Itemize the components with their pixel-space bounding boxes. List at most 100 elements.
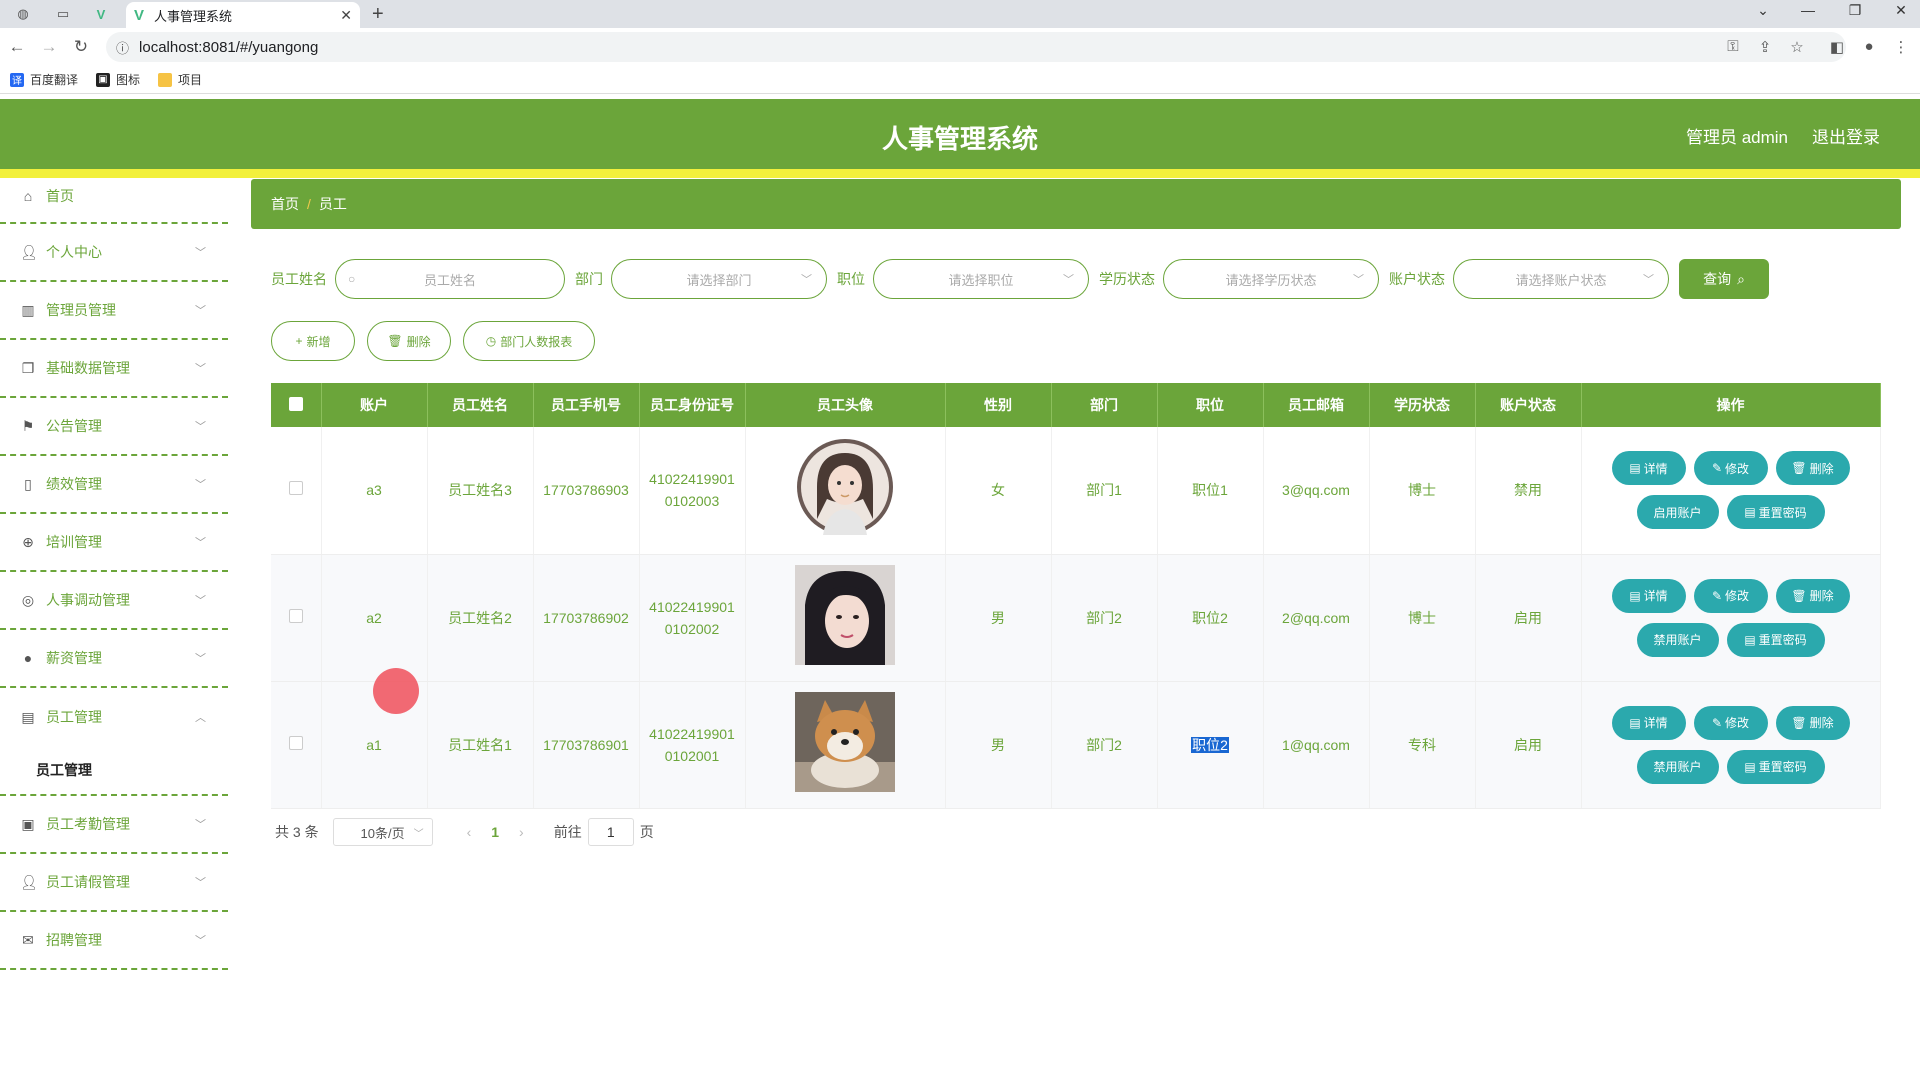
dept-select[interactable]: 请选择部门 ﹀ <box>611 259 827 299</box>
detail-button[interactable]: ▤ 详情 <box>1611 705 1686 740</box>
sidebar-subitem-employee-management[interactable]: 员工管理 <box>0 746 228 796</box>
row-checkbox[interactable] <box>288 481 303 496</box>
detail-button[interactable]: ▤ 详情 <box>1611 578 1686 613</box>
bookmark-icons[interactable]: ▣ 图标 <box>96 71 140 88</box>
sidebar-item-leave[interactable]: 👤︎ 员工请假管理 ﹀ <box>0 854 228 912</box>
back-icon[interactable]: ← <box>6 37 28 57</box>
window-close-icon[interactable]: ✕ <box>1886 2 1916 19</box>
active-tab[interactable]: V 人事管理系统 ✕ <box>126 2 360 28</box>
edit-button[interactable]: ✎ 修改 <box>1693 705 1768 740</box>
breadcrumb-home[interactable]: 首页 <box>271 194 299 214</box>
forward-icon[interactable]: → <box>38 37 60 57</box>
edu-placeholder: 请选择学历状态 <box>1225 272 1317 288</box>
toggle-account-button[interactable]: 禁用账户 <box>1636 622 1719 657</box>
sidebar-item-personal[interactable]: 👤︎ 个人中心 ﹀ <box>0 224 228 282</box>
sidebar-item-performance[interactable]: ▯ 绩效管理 ﹀ <box>0 456 228 514</box>
sidebar-item-transfer[interactable]: ◎ 人事调动管理 ﹀ <box>0 572 228 630</box>
browser-tabstrip: ◍ ▭ V V 人事管理系统 ✕ + ⌄ — ❐ ✕ <box>0 0 1920 28</box>
sidebar-item-label: 个人中心 <box>46 244 102 260</box>
row-delete-button[interactable]: 🗑︎ 删除 <box>1775 705 1850 740</box>
new-tab-icon[interactable]: + <box>372 3 384 26</box>
prev-page-icon[interactable]: ‹ <box>467 824 472 840</box>
profile-icon[interactable]: ● <box>1858 38 1880 55</box>
close-tab-icon[interactable]: ✕ <box>340 7 352 24</box>
col-id-card[interactable]: 员工身份证号 <box>639 383 746 427</box>
sidebar: ⌂ 首页 👤︎ 个人中心 ﹀ ▥ 管理员管理 ﹀ ❐ 基础数据管理 ﹀ ⚑ 公告… <box>0 178 228 1072</box>
col-email[interactable]: 员工邮箱 <box>1263 383 1370 427</box>
detail-button[interactable]: ▤ 详情 <box>1611 451 1686 486</box>
reload-icon[interactable]: ↻ <box>70 37 92 57</box>
col-edu[interactable]: 学历状态 <box>1369 383 1476 427</box>
delete-button[interactable]: 🗑︎ 删除 <box>367 321 451 361</box>
select-all-checkbox[interactable] <box>288 396 303 411</box>
col-name[interactable]: 员工姓名 <box>427 383 534 427</box>
bookmark-projects[interactable]: 项目 <box>158 71 202 88</box>
share-icon[interactable]: ⇪ <box>1754 38 1776 56</box>
sidebar-item-basic-data[interactable]: ❐ 基础数据管理 ﹀ <box>0 340 228 398</box>
row-delete-button[interactable]: 🗑︎ 删除 <box>1775 451 1850 486</box>
minimize-icon[interactable]: — <box>1793 2 1823 18</box>
info-icon[interactable]: ⓘ <box>116 38 129 57</box>
bookmark-baidu-translate[interactable]: 译 百度翻译 <box>10 71 78 88</box>
edit-button[interactable]: ✎ 修改 <box>1693 578 1768 613</box>
menu-dots-icon[interactable]: ⋮ <box>1890 38 1912 56</box>
col-status[interactable]: 账户状态 <box>1475 383 1582 427</box>
col-phone[interactable]: 员工手机号 <box>533 383 640 427</box>
table-row[interactable]: a3 员工姓名3 17703786903 410224199010102003 … <box>271 427 1881 555</box>
pencil-icon: ✎ <box>1711 715 1723 730</box>
col-position[interactable]: 职位 <box>1157 383 1264 427</box>
page-size-select[interactable]: 10条/页 ﹀ <box>332 818 433 846</box>
col-dept[interactable]: 部门 <box>1051 383 1158 427</box>
next-page-icon[interactable]: › <box>519 824 524 840</box>
add-button[interactable]: + 新增 <box>271 321 355 361</box>
reset-label: 重置密码 <box>1758 505 1807 520</box>
name-search-input[interactable]: ○ 员工姓名 <box>335 259 565 299</box>
reset-label: 重置密码 <box>1758 633 1807 647</box>
sidebar-item-home[interactable]: ⌂ 首页 <box>0 178 228 224</box>
col-gender[interactable]: 性别 <box>945 383 1052 427</box>
avatar-image-dog-photo[interactable] <box>795 691 895 792</box>
blank-tab-icon[interactable]: ▭ <box>50 4 76 24</box>
toggle-account-button[interactable]: 禁用账户 <box>1636 749 1719 784</box>
key-icon[interactable]: ⚿ <box>1722 38 1744 55</box>
toggle-account-button[interactable]: 启用账户 <box>1636 495 1719 530</box>
edit-button[interactable]: ✎ 修改 <box>1693 451 1768 486</box>
sidepanel-icon[interactable]: ◧ <box>1826 38 1848 56</box>
row-checkbox[interactable] <box>288 608 303 623</box>
sidebar-item-recruitment[interactable]: ✉ 招聘管理 ﹀ <box>0 912 228 970</box>
dept-report-button[interactable]: ◷ 部门人数报表 <box>463 321 595 361</box>
edu-select[interactable]: 请选择学历状态 ﹀ <box>1163 259 1379 299</box>
query-button[interactable]: 查询 ⌕ <box>1679 259 1769 299</box>
chevron-down-icon: ﹀ <box>1643 274 1654 286</box>
col-account[interactable]: 账户 <box>321 383 428 427</box>
reset-password-button[interactable]: ▤ 重置密码 <box>1726 495 1825 530</box>
sidebar-item-notices[interactable]: ⚑ 公告管理 ﹀ <box>0 398 228 456</box>
cell-id-card: 410224199010102001 <box>649 725 735 764</box>
account-status-select[interactable]: 请选择账户状态 ﹀ <box>1453 259 1669 299</box>
tab-search-icon[interactable]: ⌄ <box>1748 2 1778 19</box>
avatar-image-girl-photo[interactable] <box>795 564 895 665</box>
star-icon[interactable]: ☆ <box>1786 38 1808 56</box>
sidebar-item-employees[interactable]: ▤ 员工管理 ︿ <box>0 688 228 746</box>
row-checkbox[interactable] <box>288 735 303 750</box>
url-field[interactable]: ⓘ localhost:8081/#/yuangong <box>106 32 1846 62</box>
globe-icon[interactable]: ◍ <box>10 4 36 24</box>
vue-tab-icon[interactable]: V <box>88 4 114 24</box>
reset-password-button[interactable]: ▤ 重置密码 <box>1726 622 1825 657</box>
table-row[interactable]: a1 员工姓名1 17703786901 410224199010102001 <box>271 681 1881 809</box>
logout-link[interactable]: 退出登录 <box>1812 123 1880 148</box>
restore-icon[interactable]: ❐ <box>1840 2 1870 19</box>
trash-icon: 🗑︎ <box>387 334 403 348</box>
table-row[interactable]: a2 员工姓名2 17703786902 410224199010102002 … <box>271 554 1881 682</box>
avatar-image-girl-illustration[interactable] <box>797 439 893 536</box>
sidebar-item-attendance[interactable]: ▣ 员工考勤管理 ﹀ <box>0 796 228 854</box>
sidebar-item-training[interactable]: ⊕ 培训管理 ﹀ <box>0 514 228 572</box>
sidebar-item-admins[interactable]: ▥ 管理员管理 ﹀ <box>0 282 228 340</box>
page-number[interactable]: 1 <box>491 824 499 840</box>
sidebar-item-salary[interactable]: ● 薪资管理 ﹀ <box>0 630 228 688</box>
goto-page-input[interactable]: 1 <box>587 818 634 846</box>
reset-password-button[interactable]: ▤ 重置密码 <box>1726 749 1825 784</box>
row-delete-button[interactable]: 🗑︎ 删除 <box>1775 578 1850 613</box>
select-all-cell[interactable] <box>271 383 322 427</box>
position-select[interactable]: 请选择职位 ﹀ <box>873 259 1089 299</box>
